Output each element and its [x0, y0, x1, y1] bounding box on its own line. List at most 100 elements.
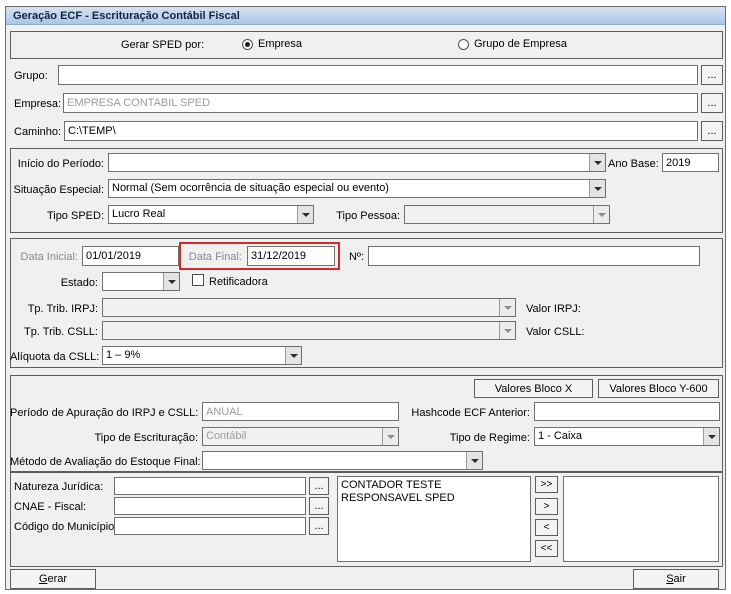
empresa-input[interactable]	[63, 93, 698, 113]
cnae-browse-button[interactable]: ...	[309, 497, 329, 515]
empresa-label: Empresa:	[14, 98, 62, 110]
contadores-disponiveis-list[interactable]: CONTADOR TESTE RESPONSAVEL SPED	[337, 476, 531, 562]
natureza-juridica-label: Natureza Jurídica:	[14, 481, 104, 493]
valores-bloco-y600-button[interactable]: Valores Bloco Y-600	[598, 379, 719, 398]
metodo-estoque-value	[203, 452, 466, 469]
caminho-label: Caminho:	[14, 126, 62, 138]
caminho-browse-button[interactable]: ...	[701, 121, 723, 141]
data-final-input[interactable]	[247, 246, 335, 266]
tipo-sped-label: Tipo SPED:	[46, 210, 104, 222]
tp-trib-irpj-select[interactable]	[102, 298, 516, 317]
caminho-input[interactable]	[64, 121, 698, 141]
numero-label: Nº:	[348, 251, 364, 263]
grupo-label: Grupo:	[14, 70, 48, 82]
data-inicial-label: Data Inicial:	[20, 251, 78, 263]
tipo-escrituracao-label: Tipo de Escrituração:	[94, 432, 198, 444]
tp-trib-csll-label: Tp. Trib. CSLL:	[24, 326, 98, 338]
tipo-regime-select[interactable]: 1 - Caixa	[534, 427, 720, 446]
natureza-juridica-input[interactable]	[114, 477, 306, 495]
inicio-periodo-select[interactable]	[108, 153, 606, 172]
empresa-browse-button[interactable]: ...	[701, 93, 723, 113]
natureza-browse-button[interactable]: ...	[309, 477, 329, 495]
aliquota-csll-value: 1 – 9%	[106, 349, 141, 361]
gerar-button-label: Gerar	[38, 573, 68, 585]
valores-bloco-x-button[interactable]: Valores Bloco X	[474, 379, 593, 398]
periodo-apuracao-input[interactable]	[202, 402, 399, 421]
aliquota-csll-label: Alíquota da CSLL:	[10, 351, 100, 363]
metodo-estoque-select[interactable]	[202, 451, 483, 470]
cnae-fiscal-label: CNAE - Fiscal:	[14, 501, 87, 513]
contadores-selecionados-list[interactable]	[563, 476, 719, 562]
municipio-browse-button[interactable]: ...	[309, 517, 329, 535]
tipo-pessoa-value	[405, 206, 593, 223]
grupo-browse-button[interactable]: ...	[701, 65, 723, 85]
radio-grupo-label: Grupo de Empresa	[474, 38, 567, 50]
radio-selected-icon	[242, 38, 253, 50]
inicio-periodo-value	[109, 154, 589, 171]
periodo-apuracao-label: Período de Apuração do IRPJ e CSLL:	[10, 407, 199, 419]
chevron-down-icon	[589, 154, 605, 171]
tipo-pessoa-label: Tipo Pessoa:	[336, 210, 400, 222]
retificadora-label: Retificadora	[209, 276, 268, 288]
cnae-fiscal-input[interactable]	[114, 497, 306, 515]
grupo-input[interactable]	[58, 65, 698, 85]
codigo-municipio-label: Código do Município:	[14, 521, 118, 533]
estado-value	[103, 273, 163, 290]
gerar-sped-por-label: Gerar SPED por:	[121, 39, 205, 51]
situacao-especial-select[interactable]: Normal (Sem ocorrência de situação espec…	[108, 179, 606, 198]
estado-select[interactable]	[102, 272, 180, 291]
situacao-especial-value: Normal (Sem ocorrência de situação espec…	[112, 182, 389, 194]
tipo-sped-select[interactable]: Lucro Real	[108, 205, 314, 224]
numero-input[interactable]	[368, 246, 700, 266]
hashcode-label: Hashcode ECF Anterior:	[411, 407, 530, 419]
sair-button-label: Sair	[666, 573, 686, 585]
tipo-sped-value: Lucro Real	[112, 208, 166, 220]
tp-trib-csll-select[interactable]	[102, 321, 516, 340]
tp-trib-irpj-value	[103, 299, 499, 316]
tp-trib-irpj-label: Tp. Trib. IRPJ:	[27, 303, 98, 315]
valor-irpj-label: Valor IRPJ:	[526, 303, 581, 315]
chevron-down-icon	[703, 428, 719, 445]
title-bar: Geração ECF - Escrituração Contábil Fisc…	[6, 7, 725, 25]
aliquota-csll-select[interactable]: 1 – 9%	[102, 346, 302, 365]
chevron-down-icon	[499, 322, 515, 339]
tipo-escrituracao-select[interactable]: Contábil	[202, 427, 399, 446]
window-title: Geração ECF - Escrituração Contábil Fisc…	[13, 9, 240, 22]
hashcode-input[interactable]	[534, 402, 720, 421]
chevron-down-icon	[499, 299, 515, 316]
retificadora-checkbox[interactable]	[192, 274, 204, 286]
codigo-municipio-input[interactable]	[114, 517, 306, 535]
chevron-down-icon	[589, 180, 605, 197]
chevron-down-icon	[163, 273, 179, 290]
tipo-regime-label: Tipo de Regime:	[449, 432, 530, 444]
tipo-regime-value: 1 - Caixa	[538, 430, 583, 442]
radio-empresa-label: Empresa	[258, 38, 303, 50]
inicio-periodo-label: Início do Período:	[17, 158, 104, 170]
metodo-estoque-label: Método de Avaliação do Estoque Final:	[10, 456, 201, 468]
chevron-down-icon	[593, 206, 609, 223]
gerar-button[interactable]: Gerar	[10, 569, 96, 589]
valor-csll-label: Valor CSLL:	[526, 326, 585, 338]
data-inicial-input[interactable]	[82, 246, 179, 266]
chevron-down-icon	[285, 347, 301, 364]
ano-base-label: Ano Base:	[608, 158, 659, 170]
chevron-down-icon	[382, 428, 398, 445]
list-item[interactable]: RESPONSAVEL SPED	[341, 492, 527, 505]
sair-button[interactable]: Sair	[633, 569, 719, 589]
transfer-all-right-button[interactable]: >>	[535, 476, 558, 493]
radio-grupo-de-empresa[interactable]: Grupo de Empresa	[458, 37, 567, 51]
transfer-right-button[interactable]: >	[535, 498, 558, 515]
sped-por-groupbox	[10, 31, 723, 59]
list-item[interactable]: CONTADOR TESTE	[341, 479, 527, 492]
chevron-down-icon	[466, 452, 482, 469]
radio-unselected-icon	[458, 38, 469, 50]
radio-empresa[interactable]: Empresa	[242, 37, 302, 51]
transfer-left-button[interactable]: <	[535, 519, 558, 536]
tp-trib-csll-value	[103, 322, 499, 339]
transfer-all-left-button[interactable]: <<	[535, 540, 558, 557]
ecf-window: Geração ECF - Escrituração Contábil Fisc…	[5, 6, 726, 590]
tipo-escrituracao-value: Contábil	[206, 430, 247, 442]
ano-base-input[interactable]	[662, 153, 719, 172]
data-final-label: Data Final:	[188, 251, 242, 263]
tipo-pessoa-select[interactable]	[404, 205, 610, 224]
